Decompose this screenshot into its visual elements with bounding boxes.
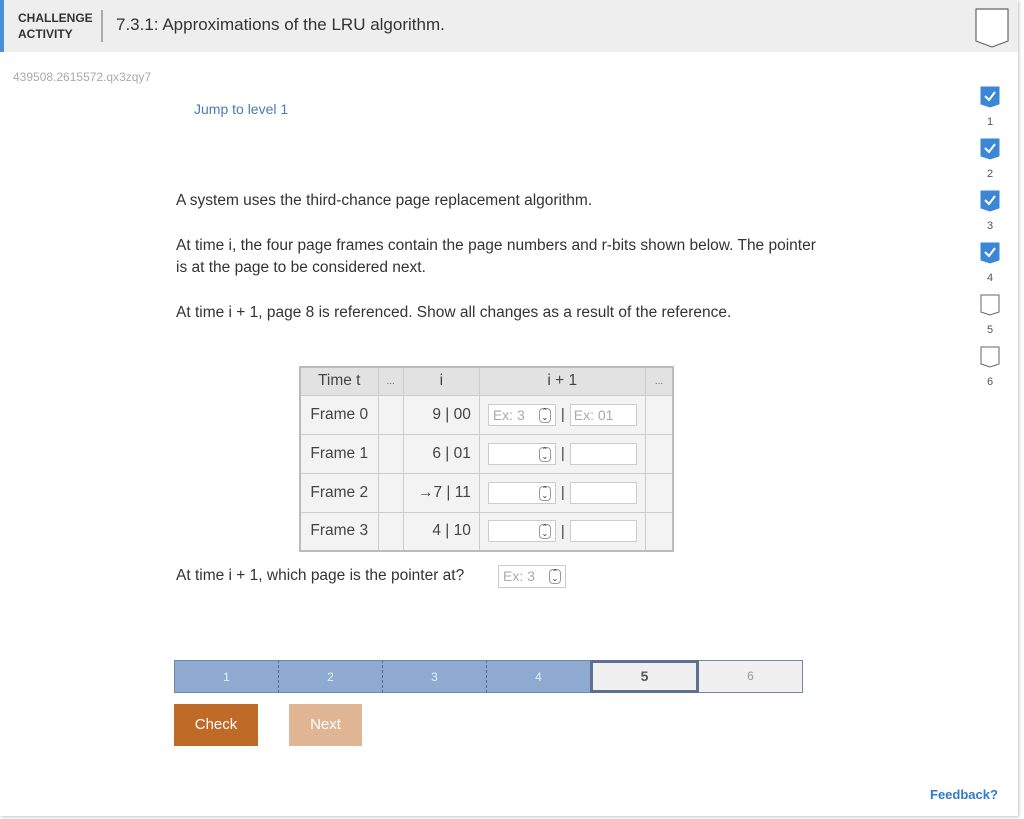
jump-to-level-link[interactable]: Jump to level 1 bbox=[194, 101, 288, 117]
completed-check-icon bbox=[980, 242, 1000, 264]
frame-label: Frame 1 bbox=[299, 433, 379, 474]
page-frames-table: Time t ... i i + 1 ... Frame 0 9 | 00 Ex… bbox=[299, 366, 675, 552]
level-number: 3 bbox=[986, 220, 994, 232]
level-number: 1 bbox=[986, 116, 994, 128]
table-header-row: Time t ... i i + 1 ... bbox=[299, 366, 674, 396]
empty-cell bbox=[644, 394, 674, 435]
progress-level-1[interactable]: 1 bbox=[174, 660, 278, 693]
next-button[interactable]: Next bbox=[289, 704, 362, 746]
empty-cell bbox=[644, 472, 674, 513]
spinner-icon[interactable]: ⌃ ⌄ bbox=[549, 569, 561, 584]
level-indicator-list: 1 2 3 4 5 6 bbox=[978, 86, 1002, 398]
separator: | bbox=[560, 445, 565, 462]
instruction-3: At time i + 1, page 8 is referenced. Sho… bbox=[176, 304, 732, 321]
placeholder: Ex: 3 bbox=[503, 568, 535, 584]
header-ellipsis-right: ... bbox=[644, 366, 674, 396]
progress-level-5[interactable]: 5 bbox=[590, 660, 699, 693]
check-button[interactable]: Check bbox=[174, 704, 258, 746]
page-number-input[interactable]: Ex: 3 ⌃ ⌄ bbox=[487, 403, 556, 426]
activity-code: 439508.2615572.qx3zqy7 bbox=[13, 70, 152, 84]
table-row: Frame 1 6 | 01 ⌃ ⌄ | bbox=[299, 433, 674, 474]
progress-level-2[interactable]: 2 bbox=[278, 660, 382, 693]
r-bits-input[interactable] bbox=[569, 442, 637, 465]
header-i: i bbox=[402, 366, 480, 396]
incomplete-badge-icon bbox=[980, 346, 1000, 368]
activity-title: 7.3.1: Approximations of the LRU algorit… bbox=[116, 15, 445, 34]
frame-label: Frame 3 bbox=[299, 511, 379, 552]
label-line2: ACTIVITY bbox=[18, 27, 73, 41]
level-indicator-2[interactable]: 2 bbox=[978, 138, 1002, 190]
separator: | bbox=[560, 484, 565, 501]
frame-value-i: 4 | 10 bbox=[402, 511, 480, 552]
frame-inputs-cell: ⌃ ⌄ | bbox=[478, 511, 646, 552]
r-bits-input[interactable] bbox=[569, 481, 637, 504]
spinner-icon[interactable]: ⌃ ⌄ bbox=[538, 407, 551, 423]
instruction-1: A system uses the third-chance page repl… bbox=[176, 192, 593, 209]
frame-inputs-cell: ⌃ ⌄ | bbox=[478, 433, 646, 474]
label-line1: CHALLENGE bbox=[18, 11, 93, 25]
empty-cell bbox=[377, 433, 404, 474]
instruction-2: At time i, the four page frames contain … bbox=[176, 237, 816, 276]
page-number-input[interactable]: ⌃ ⌄ bbox=[487, 442, 556, 465]
frame-inputs-cell: Ex: 3 ⌃ ⌄ | Ex: 01 bbox=[478, 394, 646, 435]
r-bits-input[interactable] bbox=[569, 520, 637, 543]
empty-cell bbox=[377, 472, 404, 513]
page-number-input[interactable]: ⌃ ⌄ bbox=[487, 481, 556, 504]
completed-check-icon bbox=[980, 86, 1000, 108]
level-indicator-5[interactable]: 5 bbox=[978, 294, 1002, 346]
frame-value-i: 9 | 00 bbox=[402, 394, 480, 435]
separator: | bbox=[560, 406, 565, 423]
separator: | bbox=[560, 522, 565, 540]
progress-level-3[interactable]: 3 bbox=[382, 660, 486, 693]
level-indicator-3[interactable]: 3 bbox=[978, 190, 1002, 242]
spinner-icon[interactable]: ⌃ ⌄ bbox=[538, 485, 551, 501]
frame-inputs-cell: ⌃ ⌄ | bbox=[478, 472, 646, 513]
incomplete-badge-icon bbox=[980, 294, 1000, 316]
frame-label: Frame 0 bbox=[299, 394, 379, 435]
table-row: Frame 3 4 | 10 ⌃ ⌄ | bbox=[299, 511, 674, 552]
pointer-page-input[interactable]: Ex: 3 ⌃ ⌄ bbox=[498, 565, 566, 588]
empty-cell bbox=[644, 433, 674, 474]
page-number-input[interactable]: ⌃ ⌄ bbox=[487, 520, 556, 543]
level-number: 2 bbox=[986, 168, 994, 180]
frame-value-i: 6 | 01 bbox=[402, 433, 480, 474]
activity-type-label: CHALLENGE ACTIVITY bbox=[18, 10, 93, 42]
header-time: Time t bbox=[299, 366, 379, 396]
empty-cell bbox=[377, 394, 404, 435]
spinner-icon[interactable]: ⌃ ⌄ bbox=[538, 524, 551, 540]
activity-header: CHALLENGE ACTIVITY 7.3.1: Approximations… bbox=[0, 0, 1018, 52]
completion-badge-icon bbox=[975, 8, 1009, 48]
spinner-icon[interactable]: ⌃ ⌄ bbox=[538, 446, 551, 462]
r-bits-input[interactable]: Ex: 01 bbox=[569, 403, 637, 426]
empty-cell bbox=[644, 511, 674, 552]
level-number: 5 bbox=[986, 324, 994, 336]
progress-level-4[interactable]: 4 bbox=[486, 660, 590, 693]
table-row: Frame 0 9 | 00 Ex: 3 ⌃ ⌄ | Ex: 01 bbox=[299, 394, 674, 435]
table-row: Frame 2 →7 | 11 ⌃ ⌄ | bbox=[299, 472, 674, 513]
pointer-question: At time i + 1, which page is the pointer… bbox=[176, 567, 465, 584]
frame-value-i: →7 | 11 bbox=[402, 472, 480, 513]
level-indicator-1[interactable]: 1 bbox=[978, 86, 1002, 138]
empty-cell bbox=[377, 511, 404, 552]
completed-check-icon bbox=[980, 190, 1000, 212]
level-number: 4 bbox=[986, 272, 994, 284]
header-ellipsis-left: ... bbox=[377, 366, 404, 396]
header-divider bbox=[101, 10, 103, 42]
completed-check-icon bbox=[980, 138, 1000, 160]
placeholder: Ex: 3 bbox=[492, 406, 525, 423]
level-progress-bar: 123456 bbox=[174, 660, 803, 693]
challenge-activity-card: CHALLENGE ACTIVITY 7.3.1: Approximations… bbox=[0, 0, 1018, 816]
level-indicator-4[interactable]: 4 bbox=[978, 242, 1002, 294]
header-i-plus-1: i + 1 bbox=[478, 366, 646, 396]
level-indicator-6[interactable]: 6 bbox=[978, 346, 1002, 398]
feedback-link[interactable]: Feedback? bbox=[930, 787, 998, 802]
progress-level-6[interactable]: 6 bbox=[699, 660, 803, 693]
frame-label: Frame 2 bbox=[299, 472, 379, 513]
level-number: 6 bbox=[986, 376, 994, 388]
